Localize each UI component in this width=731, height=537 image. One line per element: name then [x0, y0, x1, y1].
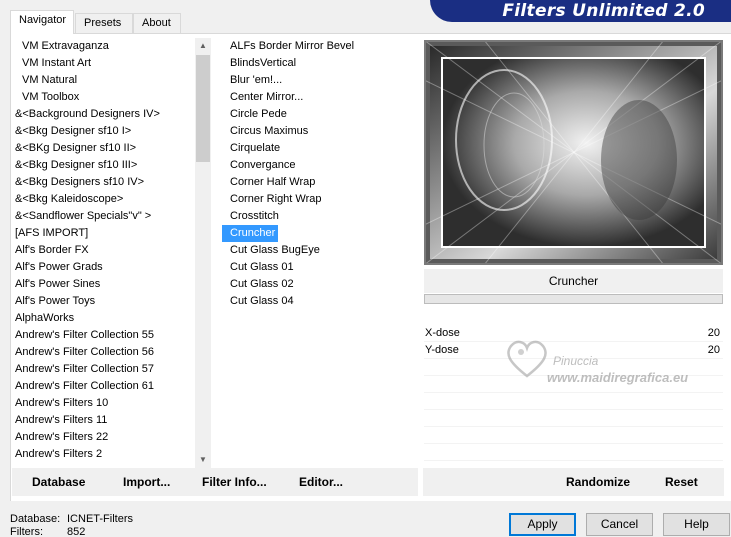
filter-item[interactable]: Blur 'em!...	[222, 72, 418, 89]
category-scrollbar[interactable]: ▲ ▼	[195, 38, 211, 468]
preview-image	[424, 40, 723, 265]
filter-item[interactable]: Cut Glass 04	[222, 293, 418, 310]
param-row[interactable]: X-dose 20	[424, 325, 723, 342]
filter-info-button[interactable]: Filter Info...	[202, 475, 267, 489]
category-item[interactable]: Andrew's Filters 22	[12, 429, 212, 446]
filter-item[interactable]: Center Mirror...	[222, 89, 418, 106]
filter-item[interactable]: ALFs Border Mirror Bevel	[222, 38, 418, 55]
category-item[interactable]: Andrew's Filters 11	[12, 412, 212, 429]
param-row-empty	[424, 393, 723, 410]
param-row-empty	[424, 376, 723, 393]
status-area: Database: ICNET-Filters Filters: 852	[10, 513, 133, 537]
category-item[interactable]: &<Background Designers IV>	[12, 106, 212, 123]
param-row[interactable]: Y-dose 20	[424, 342, 723, 359]
category-item[interactable]: VM Extravaganza	[12, 38, 212, 55]
filter-item[interactable]: Corner Half Wrap	[222, 174, 418, 191]
param-value: 20	[707, 327, 720, 339]
scroll-thumb[interactable]	[196, 55, 210, 162]
filters-count-label: Filters:	[10, 526, 43, 537]
preview-toolbar: Randomize Reset	[423, 468, 724, 496]
randomize-button[interactable]: Randomize	[566, 475, 630, 489]
param-label: Y-dose	[425, 344, 459, 356]
list-toolbar: Database Import... Filter Info... Editor…	[12, 468, 418, 496]
database-button[interactable]: Database	[32, 475, 85, 489]
tab-presets[interactable]: Presets	[75, 13, 133, 33]
param-row-empty	[424, 427, 723, 444]
filter-item[interactable]: Cut Glass BugEye	[222, 242, 418, 259]
filter-item[interactable]: Circus Maximus	[222, 123, 418, 140]
tab-navigator[interactable]: Navigator	[10, 10, 74, 34]
category-item[interactable]: Alf's Power Sines	[12, 276, 212, 293]
filter-item[interactable]: Convergance	[222, 157, 418, 174]
progress-bar	[424, 294, 723, 304]
filter-item[interactable]: Circle Pede	[222, 106, 418, 123]
selected-filter-name: Cruncher	[424, 269, 723, 293]
category-item[interactable]: &<Sandflower Specials"v" >	[12, 208, 212, 225]
filter-item[interactable]: Corner Right Wrap	[222, 191, 418, 208]
category-item[interactable]: Andrew's Filter Collection 57	[12, 361, 212, 378]
scroll-down-arrow-icon[interactable]: ▼	[195, 452, 211, 468]
filter-item[interactable]: Cirquelate	[222, 140, 418, 157]
reset-button[interactable]: Reset	[665, 475, 698, 489]
parameter-area: X-dose 20 Y-dose 20	[424, 325, 723, 465]
category-item[interactable]: Andrew's Filters 2	[12, 446, 212, 463]
category-item[interactable]: Andrew's Filter Collection 55	[12, 327, 212, 344]
category-item[interactable]: &<Bkg Designers sf10 IV>	[12, 174, 212, 191]
category-list[interactable]: VM Extravaganza VM Instant Art VM Natural V…	[12, 38, 212, 468]
apply-button[interactable]: Apply	[509, 513, 576, 536]
category-item[interactable]: AlphaWorks	[12, 310, 212, 327]
help-button[interactable]: Help	[663, 513, 730, 536]
param-row-empty	[424, 359, 723, 376]
category-item[interactable]: VM Natural	[12, 72, 212, 89]
param-value: 20	[707, 344, 720, 356]
import-button[interactable]: Import...	[123, 475, 170, 489]
database-value: ICNET-Filters	[67, 513, 133, 525]
app-title: Filters Unlimited 2.0	[502, 1, 705, 21]
category-item[interactable]: Andrew's Filter Collection 61	[12, 378, 212, 395]
category-item[interactable]: [AFS IMPORT]	[12, 225, 212, 242]
filter-item[interactable]: Cut Glass 01	[222, 259, 418, 276]
category-item[interactable]: Alf's Power Toys	[12, 293, 212, 310]
database-label: Database:	[10, 513, 61, 525]
filter-item[interactable]: Crosstitch	[222, 208, 418, 225]
param-label: X-dose	[425, 327, 460, 339]
filter-item[interactable]: Cut Glass 02	[222, 276, 418, 293]
tab-about[interactable]: About	[133, 13, 181, 33]
category-item[interactable]: &<Bkg Designer sf10 I>	[12, 123, 212, 140]
category-item[interactable]: VM Instant Art	[12, 55, 212, 72]
category-item[interactable]: Alf's Power Grads	[12, 259, 212, 276]
filter-item[interactable]: BlindsVertical	[222, 55, 418, 72]
category-item[interactable]: &<Bkg Designer sf10 III>	[12, 157, 212, 174]
filter-list[interactable]: ALFs Border Mirror Bevel BlindsVertical Bl…	[222, 38, 418, 468]
category-item[interactable]: Andrew's Filters 10	[12, 395, 212, 412]
scroll-up-arrow-icon[interactable]: ▲	[195, 38, 211, 54]
category-item[interactable]: &<BKg Designer sf10 II>	[12, 140, 212, 157]
filters-count-value: 852	[67, 526, 86, 537]
category-item[interactable]: &<Bkg Kaleidoscope>	[12, 191, 212, 208]
cancel-button[interactable]: Cancel	[586, 513, 653, 536]
param-row-empty	[424, 444, 723, 461]
category-item[interactable]: Andrew's Filter Collection 56	[12, 344, 212, 361]
editor-button[interactable]: Editor...	[299, 475, 343, 489]
param-row-empty	[424, 410, 723, 427]
title-banner: Filters Unlimited 2.0	[430, 0, 731, 22]
category-item[interactable]: VM Toolbox	[12, 89, 212, 106]
filter-item[interactable]: Cruncher	[222, 225, 278, 242]
category-item[interactable]: Alf's Border FX	[12, 242, 212, 259]
